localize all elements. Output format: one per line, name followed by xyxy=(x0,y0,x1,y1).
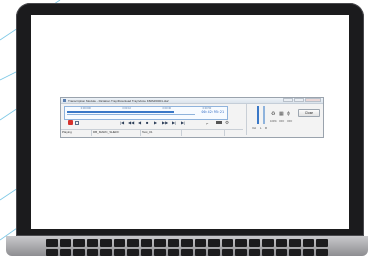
keyboard-key xyxy=(316,239,328,247)
status-file-name: DB_MARC_SHEFF xyxy=(92,130,141,136)
rewind-fast-button[interactable]: ◀◀ xyxy=(128,120,134,125)
playback-progress-bar xyxy=(67,111,175,113)
transcription-window: Transcription Module - Dictation Tray\Do… xyxy=(60,97,324,138)
scale-label: 0:00:10 xyxy=(122,107,131,110)
scale-label: 0:00:30 xyxy=(162,107,172,110)
keyboard-key xyxy=(262,239,274,247)
keyboard-key xyxy=(289,239,301,247)
keyboard-key xyxy=(167,239,180,247)
keyboard-key xyxy=(181,248,193,256)
volume-slider[interactable] xyxy=(257,106,259,124)
keyboard-key xyxy=(86,248,99,256)
next-file-button[interactable]: ▶| xyxy=(181,120,185,125)
keyboard-key xyxy=(154,239,166,247)
keyboard-key xyxy=(73,239,85,247)
app-icon xyxy=(63,99,66,102)
close-button[interactable]: Close xyxy=(298,109,320,117)
keyboard-key xyxy=(167,248,180,256)
speed-icon[interactable]: ♻ xyxy=(271,111,275,117)
keyboard-key xyxy=(46,248,58,256)
speech-recognition-icon[interactable] xyxy=(75,120,79,125)
position-time: 00:42:95:21 xyxy=(201,110,224,114)
keyboard-key xyxy=(262,248,274,256)
status-bar: Playing DB_MARC_SHEFF Test_01 xyxy=(61,129,243,136)
keyboard-key xyxy=(59,248,72,256)
keyboard-key xyxy=(113,248,126,256)
keyboard-icon[interactable] xyxy=(216,121,222,124)
keyboard-key xyxy=(316,248,328,256)
keyboard-key xyxy=(127,248,139,256)
laptop-screen: Transcription Module - Dictation Tray\Do… xyxy=(31,15,349,229)
fast-forward-button[interactable]: ▶▶ xyxy=(162,120,168,125)
left-label: L xyxy=(260,126,262,130)
keyboard-key xyxy=(208,248,220,256)
keyboard-key xyxy=(302,248,315,256)
speed-value: 100% xyxy=(270,120,277,123)
equalizer-value: OFF xyxy=(279,120,285,123)
keyboard-key xyxy=(46,239,58,247)
keyboard-key xyxy=(221,239,234,247)
laptop: Transcription Module - Dictation Tray\Do… xyxy=(6,3,368,256)
keyboard-key xyxy=(275,248,288,256)
right-label: R xyxy=(265,126,268,130)
maximize-button[interactable] xyxy=(294,98,304,102)
position-timeline[interactable]: 0:00:000 0:00:10 0:00:30 0:00:50 00:42:9… xyxy=(64,106,228,120)
footswitch-icon[interactable]: ⌐ xyxy=(206,121,208,126)
balance-slider[interactable] xyxy=(263,106,265,124)
keyboard-key xyxy=(113,239,126,247)
window-title: Transcription Module - Dictation Tray\Do… xyxy=(68,98,169,103)
keyboard-key xyxy=(235,239,247,247)
volume-label: Vol xyxy=(252,126,256,130)
status-empty-cell xyxy=(182,130,225,136)
keyboard-key xyxy=(86,239,99,247)
stop-button[interactable]: ■ xyxy=(146,120,148,125)
noise-filter-icon[interactable]: ɸ xyxy=(287,111,290,117)
keyboard-key xyxy=(140,248,153,256)
keyboard-key xyxy=(100,248,112,256)
status-field: Test_01 xyxy=(141,130,182,136)
keyboard-key xyxy=(248,248,261,256)
gear-icon[interactable]: ⚙ xyxy=(225,120,229,125)
status-state: Playing xyxy=(61,130,92,136)
keyboard-key xyxy=(140,239,153,247)
keyboard-key xyxy=(302,239,315,247)
scale-label: 0:00:000 xyxy=(80,107,91,110)
title-bar: Transcription Module - Dictation Tray\Do… xyxy=(61,98,323,104)
record-icon[interactable] xyxy=(68,120,73,125)
keyboard-key xyxy=(194,239,207,247)
minimize-button[interactable] xyxy=(283,98,293,102)
skip-end-button[interactable]: ▶| xyxy=(172,120,176,125)
keyboard-key xyxy=(73,248,85,256)
keyboard-key xyxy=(248,239,261,247)
keyboard-key xyxy=(154,248,166,256)
keyboard-key xyxy=(194,248,207,256)
equalizer-icon[interactable]: ▦ xyxy=(279,111,284,117)
keyboard-key xyxy=(235,248,247,256)
keyboard-key xyxy=(127,239,139,247)
play-button[interactable]: ▶ xyxy=(154,120,157,125)
transport-controls: |◀ ◀◀ ◀ ■ ▶ ▶▶ ▶| ▶| ⌐ ⚙ xyxy=(64,120,244,126)
divider xyxy=(246,104,247,135)
rewind-button[interactable]: ◀ xyxy=(138,120,141,125)
keyboard-key xyxy=(275,239,288,247)
keyboard-key xyxy=(221,248,234,256)
file-length-bar xyxy=(67,114,195,115)
skip-start-button[interactable]: |◀ xyxy=(120,120,124,125)
keyboard-key xyxy=(59,239,72,247)
window-close-button[interactable] xyxy=(305,98,321,102)
keyboard-key xyxy=(208,239,220,247)
noise-filter-value: OFF xyxy=(287,120,293,123)
keyboard xyxy=(46,239,328,256)
keyboard-key xyxy=(289,248,301,256)
keyboard-key xyxy=(181,239,193,247)
keyboard-key xyxy=(100,239,112,247)
